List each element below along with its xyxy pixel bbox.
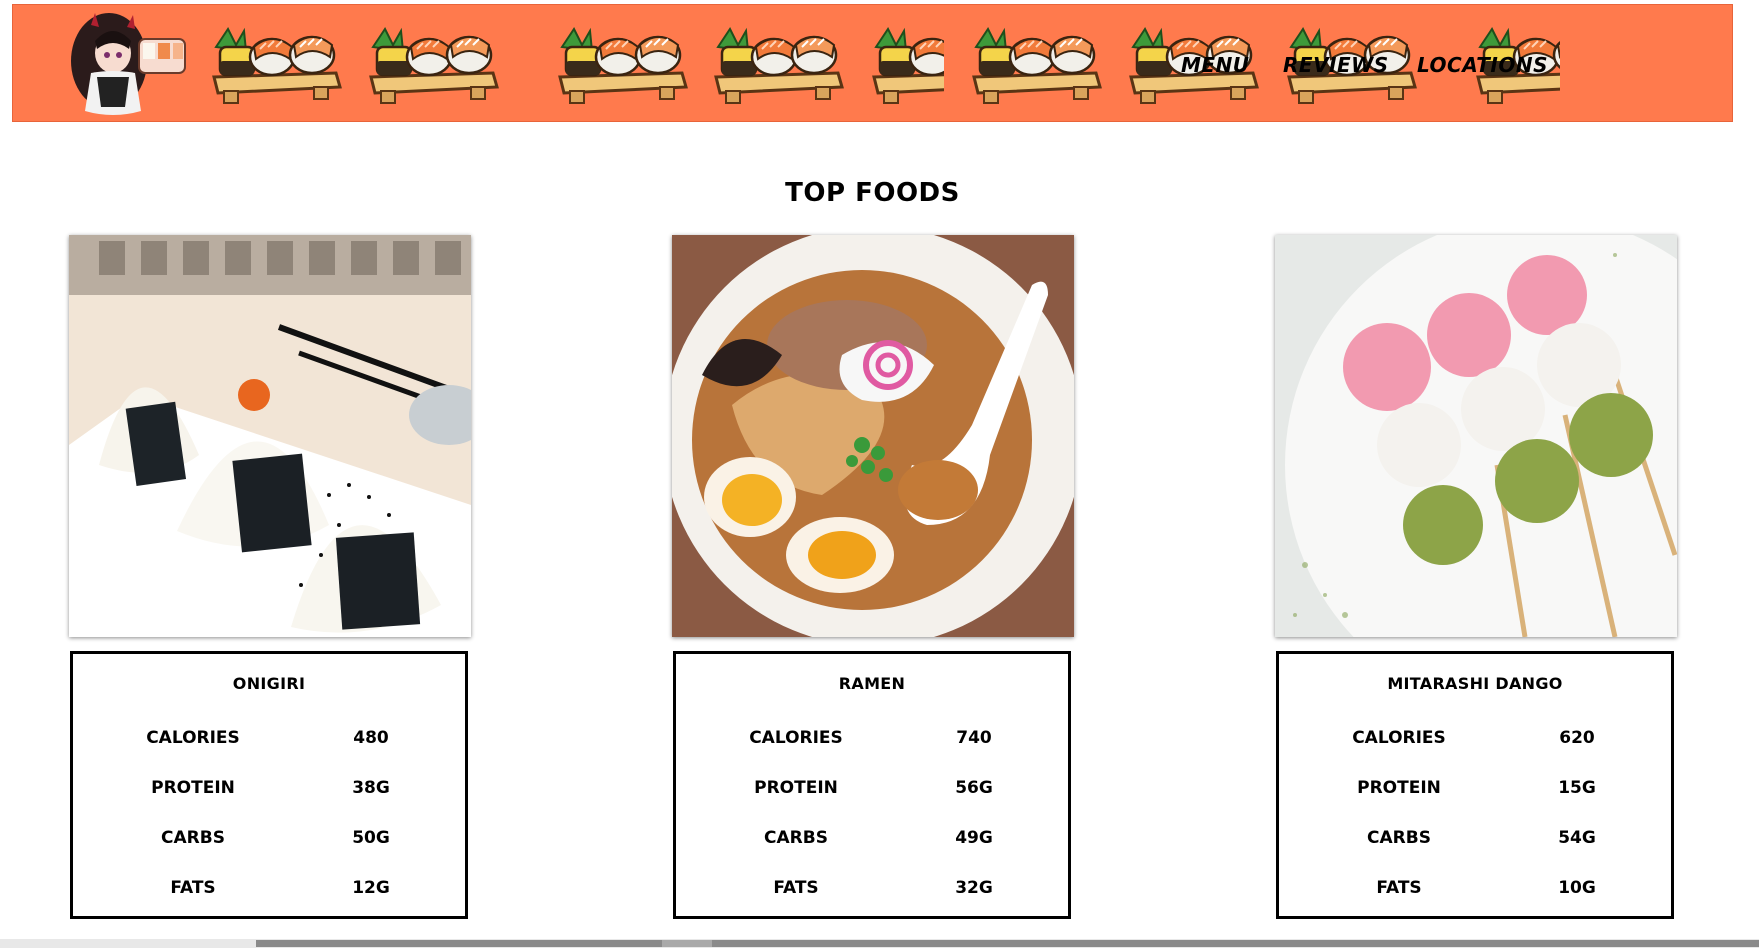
nav-menu[interactable]: Menu	[1181, 53, 1250, 77]
sushi-tray-icon	[972, 27, 1102, 105]
nutrition-label: PROTEIN	[151, 778, 235, 798]
ramen-photo	[672, 235, 1074, 637]
ramen-nutrition-card: RAMEN CALORIES 740 PROTEIN 56G CARBS 49G FA…	[673, 651, 1071, 919]
horizontal-scrollbar[interactable]	[0, 939, 1759, 948]
header-banner: Menu Reviews Locations	[12, 4, 1733, 122]
nutrition-value: 15G	[1558, 778, 1596, 798]
nav-locations[interactable]: Locations	[1417, 53, 1548, 77]
nutrition-row: FATS 10G	[1279, 878, 1671, 902]
dango-photo	[1275, 235, 1677, 637]
nutrition-label: CALORIES	[1352, 728, 1446, 748]
nutrition-value: 49G	[955, 828, 993, 848]
nutrition-label: FATS	[170, 878, 216, 898]
nutrition-value: 740	[956, 728, 992, 748]
nutrition-value: 32G	[955, 878, 993, 898]
nutrition-row: FATS 32G	[676, 878, 1068, 902]
onigiri-nutrition-card: ONIGIRI CALORIES 480 PROTEIN 38G CARBS 50G …	[70, 651, 468, 919]
nutrition-value: 10G	[1558, 878, 1596, 898]
food-name: RAMEN	[838, 674, 906, 693]
nutrition-value: 50G	[352, 828, 390, 848]
nutrition-row: CALORIES 480	[73, 728, 465, 752]
nutrition-value: 56G	[955, 778, 993, 798]
nutrition-label: FATS	[1376, 878, 1422, 898]
nutrition-label: PROTEIN	[754, 778, 838, 798]
nutrition-row: PROTEIN 38G	[73, 778, 465, 802]
nutrition-row: CARBS 54G	[1279, 828, 1671, 852]
nutrition-row: FATS 12G	[73, 878, 465, 902]
sushi-tray-icon	[558, 27, 688, 105]
food-name: MITARASHI DANGO	[1387, 674, 1563, 693]
nutrition-label: PROTEIN	[1357, 778, 1441, 798]
nutrition-row: CARBS 50G	[73, 828, 465, 852]
section-title: TOP FOODS	[785, 178, 960, 208]
nutrition-row: PROTEIN 56G	[676, 778, 1068, 802]
sushi-tray-icon	[369, 27, 499, 105]
nutrition-label: CARBS	[161, 828, 225, 848]
nutrition-row: CALORIES 740	[676, 728, 1068, 752]
nutrition-label: CARBS	[764, 828, 828, 848]
sushi-tray-icon	[714, 27, 844, 105]
nutrition-label: CARBS	[1367, 828, 1431, 848]
nutrition-row: CARBS 49G	[676, 828, 1068, 852]
onigiri-photo	[69, 235, 471, 637]
nutrition-value: 54G	[1558, 828, 1596, 848]
scrollbar-thumb[interactable]	[256, 940, 1759, 947]
nutrition-value: 12G	[352, 878, 390, 898]
food-name: ONIGIRI	[232, 674, 306, 693]
nutrition-label: FATS	[773, 878, 819, 898]
sushi-tray-icon	[872, 27, 944, 105]
nutrition-value: 620	[1559, 728, 1595, 748]
sushi-tray-icon	[212, 27, 342, 105]
mascot-logo[interactable]	[31, 11, 196, 121]
nutrition-label: CALORIES	[749, 728, 843, 748]
nutrition-row: CALORIES 620	[1279, 728, 1671, 752]
nav-reviews[interactable]: Reviews	[1283, 53, 1389, 77]
nutrition-value: 38G	[352, 778, 390, 798]
nutrition-value: 480	[353, 728, 389, 748]
nutrition-row: PROTEIN 15G	[1279, 778, 1671, 802]
dango-nutrition-card: MITARASHI DANGO CALORIES 620 PROTEIN 15G C…	[1276, 651, 1674, 919]
nutrition-label: CALORIES	[146, 728, 240, 748]
